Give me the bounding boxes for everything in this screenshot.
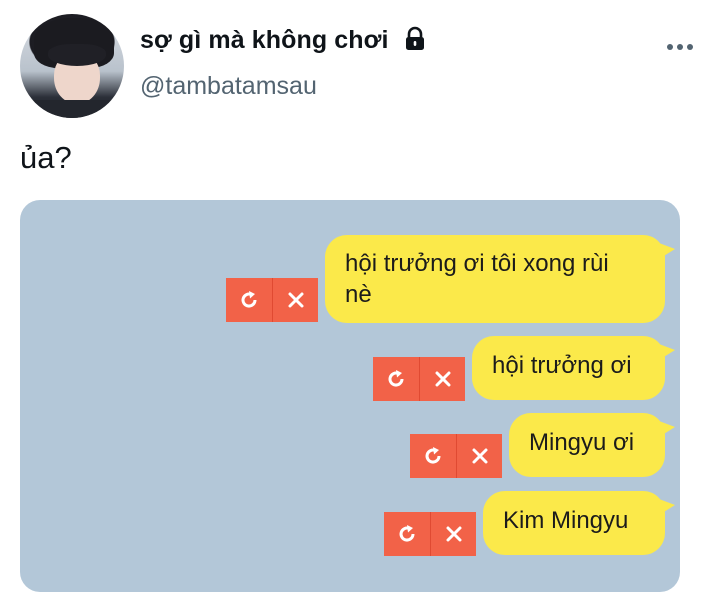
close-icon: [446, 526, 461, 542]
chat-bubble: Mingyu ơi: [509, 413, 675, 477]
delete-button[interactable]: [430, 512, 476, 556]
lock-icon: [406, 26, 424, 50]
delete-button[interactable]: [272, 278, 318, 322]
bubble-line: hội trưởng ơi: [492, 352, 632, 379]
close-icon: [435, 371, 450, 387]
chat-bubble: Kim Mingyu: [483, 491, 675, 555]
more-icon[interactable]: [666, 40, 694, 54]
retry-icon: [425, 447, 441, 464]
retry-icon: [399, 525, 415, 542]
tweet-media-image[interactable]: hội trưởng ơi tôi xong rùi nè hội trưởng…: [20, 200, 680, 592]
chat-bubble: hội trưởng ơi: [472, 336, 675, 400]
bubble-line: Mingyu ơi: [529, 429, 635, 456]
bubble-line: nè: [345, 281, 372, 308]
username-handle[interactable]: @tambatamsau: [140, 72, 317, 101]
avatar-jacket: [20, 100, 124, 118]
message-actions: [410, 434, 502, 478]
avatar[interactable]: [20, 14, 124, 118]
message-actions: [373, 357, 465, 401]
retry-button[interactable]: [410, 434, 456, 478]
message-actions: [384, 512, 476, 556]
tweet-text: ủa?: [20, 140, 72, 175]
retry-icon: [388, 370, 404, 387]
retry-button[interactable]: [373, 357, 419, 401]
retry-icon: [241, 291, 257, 308]
retry-button[interactable]: [384, 512, 430, 556]
bubble-line: hội trưởng ơi tôi xong rùi: [345, 250, 609, 277]
retry-button[interactable]: [226, 278, 272, 322]
delete-button[interactable]: [456, 434, 502, 478]
bubble-line: Kim Mingyu: [503, 507, 629, 534]
avatar-fringe: [48, 44, 106, 66]
delete-button[interactable]: [419, 357, 465, 401]
display-name[interactable]: sợ gì mà không chơi: [140, 26, 389, 55]
close-icon: [472, 448, 487, 464]
message-actions: [226, 278, 318, 322]
close-icon: [288, 292, 303, 308]
chat-bubble: hội trưởng ơi tôi xong rùi nè: [325, 235, 675, 323]
